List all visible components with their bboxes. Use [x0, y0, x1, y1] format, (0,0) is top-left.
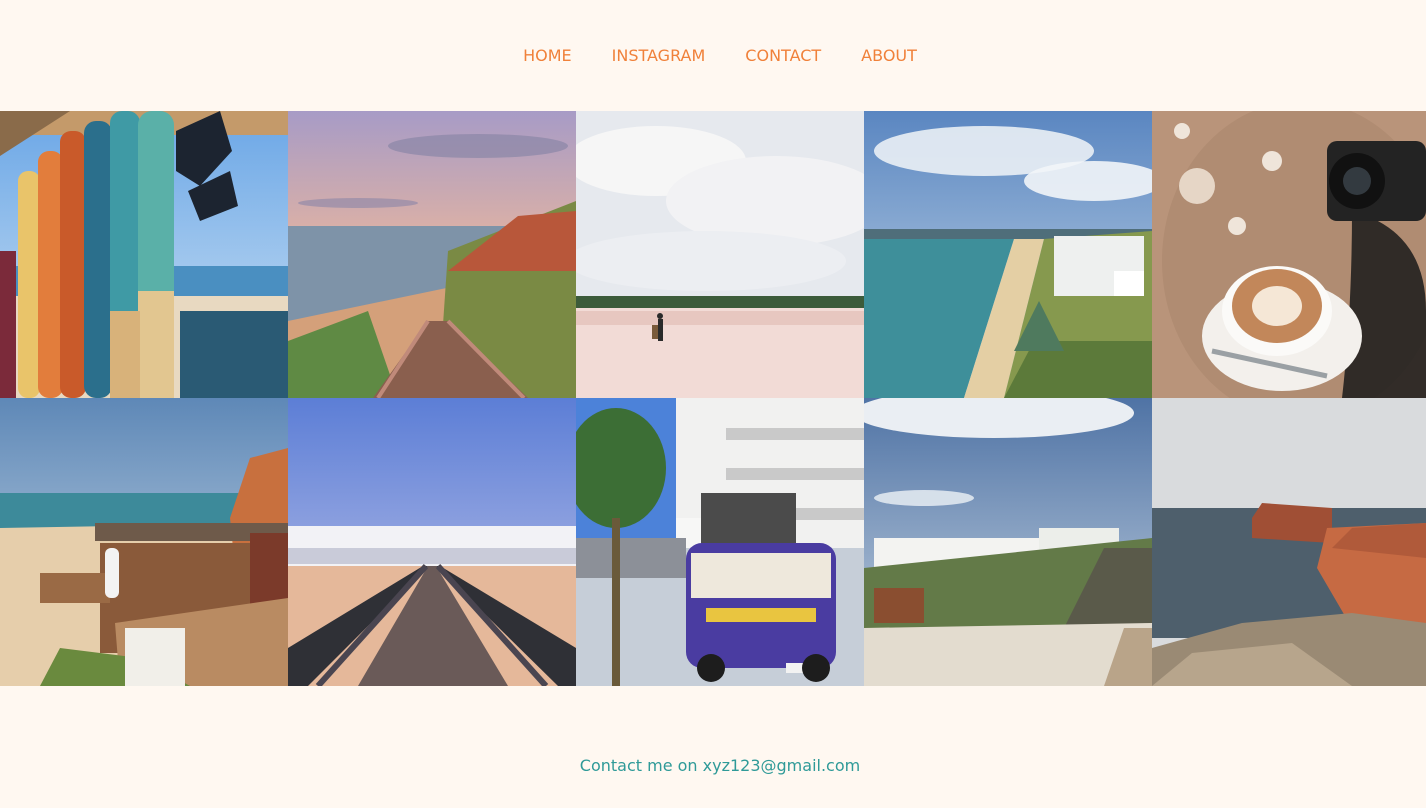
footer-contact: Contact me on xyz123@gmail.com — [0, 756, 1426, 776]
photo-surfboards[interactable] — [0, 111, 288, 398]
photo-beach-shack[interactable] — [0, 398, 288, 686]
nav-about-link[interactable]: ABOUT — [861, 47, 917, 64]
nav-home-link[interactable]: HOME — [523, 47, 572, 64]
nav-instagram-link[interactable]: INSTAGRAM — [612, 47, 706, 64]
photo-coffee-camera[interactable] — [1152, 111, 1426, 398]
top-navigation: HOME INSTAGRAM CONTACT ABOUT — [0, 0, 1426, 111]
photo-coastline[interactable] — [864, 111, 1152, 398]
photo-gallery-grid — [0, 111, 1426, 686]
photo-cliff-houses[interactable] — [864, 398, 1152, 686]
photo-purple-van[interactable] — [576, 398, 864, 686]
photo-surfer-beach[interactable] — [576, 111, 864, 398]
photo-sea-cliffs[interactable] — [1152, 398, 1426, 686]
nav-contact-link[interactable]: CONTACT — [745, 47, 821, 64]
page: HOME INSTAGRAM CONTACT ABOUT Contact me … — [0, 0, 1426, 808]
footer-contact-text[interactable]: Contact me on xyz123@gmail.com — [580, 756, 860, 775]
photo-sunset-boardwalk[interactable] — [288, 111, 576, 398]
photo-boardwalk-town[interactable] — [288, 398, 576, 686]
